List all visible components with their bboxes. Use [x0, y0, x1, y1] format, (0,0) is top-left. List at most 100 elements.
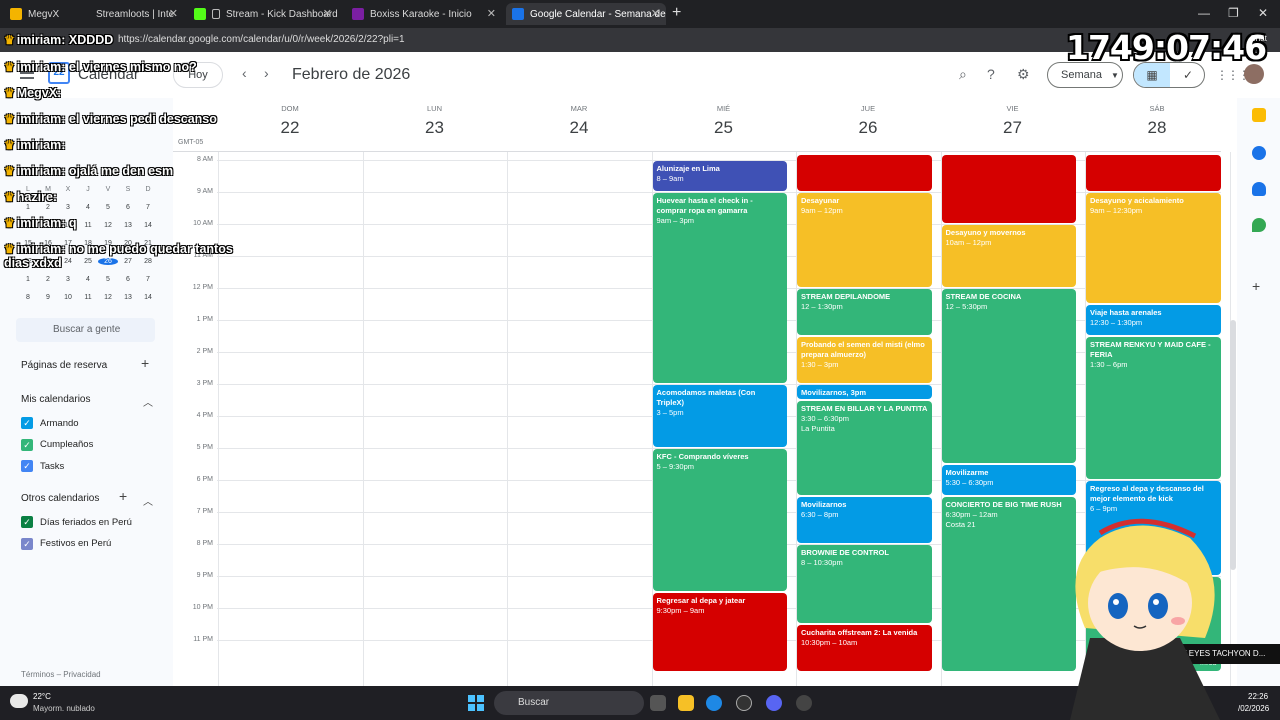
- calendar-event[interactable]: Desayuno y acicalamiento 9am – 12:30pm: [1086, 193, 1221, 303]
- calendar-toggle-item[interactable]: ✓ Festivos en Perú: [21, 537, 111, 551]
- maps-icon[interactable]: [1252, 218, 1266, 232]
- day-number[interactable]: 26: [796, 118, 940, 138]
- calendar-event[interactable]: [1086, 154, 1221, 191]
- mini-calendar-day[interactable]: 3: [58, 276, 78, 283]
- calendar-event[interactable]: Alunizaje en Lima 8 – 9am: [652, 161, 787, 191]
- file-explorer-icon[interactable]: [678, 695, 694, 711]
- gear-icon[interactable]: ⚙: [1017, 66, 1030, 83]
- calendar-toggle-item[interactable]: ✓ Días feriados en Perú: [21, 515, 132, 529]
- add-booking-page-icon[interactable]: +: [141, 355, 149, 371]
- day-header[interactable]: MIÉ 25: [652, 98, 796, 148]
- close-icon[interactable]: ✕: [169, 7, 178, 20]
- people-search-input[interactable]: Buscar a gente: [16, 318, 155, 342]
- mini-calendar-day[interactable]: 12: [98, 222, 118, 229]
- calendar-event[interactable]: STREAM DE COCINA 12 – 5:30pm: [941, 289, 1076, 463]
- mini-calendar-day[interactable]: 8: [18, 294, 38, 301]
- task-view-icon[interactable]: [650, 695, 666, 711]
- mini-calendar-day[interactable]: 10: [58, 294, 78, 301]
- day-number[interactable]: 27: [941, 118, 1085, 138]
- day-header[interactable]: DOM 22: [218, 98, 362, 148]
- weather-temp[interactable]: 22°C: [33, 692, 51, 701]
- close-icon[interactable]: ✕: [323, 7, 332, 20]
- day-number[interactable]: 25: [652, 118, 796, 138]
- mini-calendar-day[interactable]: 9: [38, 294, 58, 301]
- day-header[interactable]: MAR 24: [507, 98, 651, 148]
- calendar-event[interactable]: Desayuno y movernos 10am – 12pm: [941, 225, 1076, 287]
- mini-calendar-day[interactable]: 1: [18, 204, 38, 211]
- terms-privacy-link[interactable]: Términos – Privacidad: [21, 670, 101, 679]
- chevron-up-icon[interactable]: ︿: [143, 394, 153, 409]
- checkbox-icon[interactable]: ✓: [21, 537, 33, 550]
- mini-calendar-day[interactable]: 11: [78, 294, 98, 301]
- url-field[interactable]: https://calendar.google.com/calendar/u/0…: [118, 34, 405, 45]
- add-addon-icon[interactable]: +: [1252, 278, 1260, 294]
- contacts-icon[interactable]: [1252, 182, 1266, 196]
- help-icon[interactable]: ?: [987, 66, 995, 82]
- clock-time[interactable]: 22:26: [1248, 692, 1268, 701]
- keep-icon[interactable]: [1252, 108, 1266, 122]
- booking-pages-heading[interactable]: Páginas de reserva: [21, 360, 107, 371]
- checkbox-icon[interactable]: ✓: [21, 438, 33, 451]
- close-icon[interactable]: ✕: [487, 7, 496, 20]
- previous-week-icon[interactable]: ‹: [242, 65, 247, 81]
- calendar-event[interactable]: BROWNIE DE CONTROL 8 – 10:30pm: [797, 545, 932, 623]
- add-calendar-icon[interactable]: +: [119, 488, 127, 504]
- obs-icon[interactable]: [736, 695, 752, 711]
- day-number[interactable]: 28: [1085, 118, 1229, 138]
- day-number[interactable]: 23: [363, 118, 507, 138]
- mini-calendar-day[interactable]: 6: [118, 276, 138, 283]
- close-window-icon[interactable]: ✕: [1258, 6, 1268, 20]
- clock-date[interactable]: /02/2026: [1238, 704, 1269, 713]
- close-icon[interactable]: ✕: [651, 7, 660, 20]
- calendar-event[interactable]: Movilizarme 5:30 – 6:30pm: [941, 465, 1076, 495]
- windows-start-icon[interactable]: [468, 695, 484, 711]
- mini-calendar-day[interactable]: 12: [98, 294, 118, 301]
- calendar-toggle-item[interactable]: ✓ Armando: [21, 416, 79, 430]
- mini-calendar-day[interactable]: 5: [98, 276, 118, 283]
- chevron-up-icon[interactable]: ︿: [143, 493, 153, 508]
- mini-calendar-day[interactable]: 13: [118, 294, 138, 301]
- mini-calendar-day[interactable]: 14: [138, 294, 158, 301]
- discord-icon[interactable]: [766, 695, 782, 711]
- calendar-event[interactable]: Cucharita offstream 2: La venida 10:30pm …: [797, 625, 932, 671]
- checkbox-icon[interactable]: ✓: [21, 417, 33, 429]
- calendar-event[interactable]: Movilizarnos 6:30 – 8pm: [797, 497, 932, 543]
- calendar-event[interactable]: Huevear hasta el check in - comprar ropa…: [652, 193, 787, 383]
- day-number[interactable]: 22: [218, 118, 362, 138]
- checkbox-icon[interactable]: ✓: [21, 460, 33, 472]
- calendar-event[interactable]: [941, 154, 1076, 223]
- mini-calendar-day[interactable]: 4: [78, 204, 98, 211]
- edge-icon[interactable]: [706, 695, 722, 711]
- mini-calendar-day[interactable]: 13: [118, 222, 138, 229]
- settings-app-icon[interactable]: [796, 695, 812, 711]
- taskbar-search[interactable]: Buscar: [494, 691, 644, 715]
- mini-calendar-day[interactable]: 7: [138, 204, 158, 211]
- calendar-event[interactable]: [797, 154, 932, 191]
- mini-calendar-day[interactable]: 4: [78, 276, 98, 283]
- mini-calendar-day[interactable]: 14: [138, 222, 158, 229]
- calendar-event[interactable]: Movilizarnos, 3pm: [797, 385, 932, 399]
- my-calendars-heading[interactable]: Mis calendarios: [21, 394, 90, 405]
- search-icon[interactable]: ⌕: [959, 66, 967, 83]
- tasks-icon[interactable]: [1252, 146, 1266, 160]
- tab-kick-dashboard[interactable]: Stream - Kick Dashboard ✕: [188, 3, 338, 25]
- calendar-event[interactable]: Probando el semen del misti (elmo prepar…: [797, 337, 932, 383]
- calendar-event[interactable]: Desayunar 9am – 12pm: [797, 193, 932, 287]
- other-calendars-heading[interactable]: Otros calendarios: [21, 493, 99, 504]
- calendar-event[interactable]: Viaje hasta arenales 12:30 – 1:30pm: [1086, 305, 1221, 335]
- new-tab-icon[interactable]: +: [672, 4, 681, 22]
- mini-calendar-day[interactable]: 3: [58, 204, 78, 211]
- calendar-toggle-item[interactable]: ✓ Cumpleaños: [21, 438, 93, 452]
- next-week-icon[interactable]: ›: [264, 65, 269, 81]
- weather-desc[interactable]: Mayorm. nublado: [33, 704, 95, 713]
- calendar-event[interactable]: Regresar al depa y jatear 9:30pm – 9am: [652, 593, 787, 671]
- day-header[interactable]: SÁB 28: [1085, 98, 1229, 148]
- maximize-icon[interactable]: ❐: [1228, 6, 1239, 20]
- mini-calendar-day[interactable]: 5: [98, 204, 118, 211]
- mini-calendar-day[interactable]: 6: [118, 204, 138, 211]
- tab-streamloots[interactable]: Streamloots | Inte ✕: [90, 3, 184, 25]
- calendar-toggle-item[interactable]: ✓ Tasks: [21, 459, 64, 473]
- tab-megvx[interactable]: MegvX: [4, 3, 90, 25]
- calendar-event[interactable]: STREAM RENKYU Y MAID CAFE - FERIA 1:30 – …: [1086, 337, 1221, 479]
- calendar-event[interactable]: KFC - Comprando víveres 5 – 9:30pm: [652, 449, 787, 591]
